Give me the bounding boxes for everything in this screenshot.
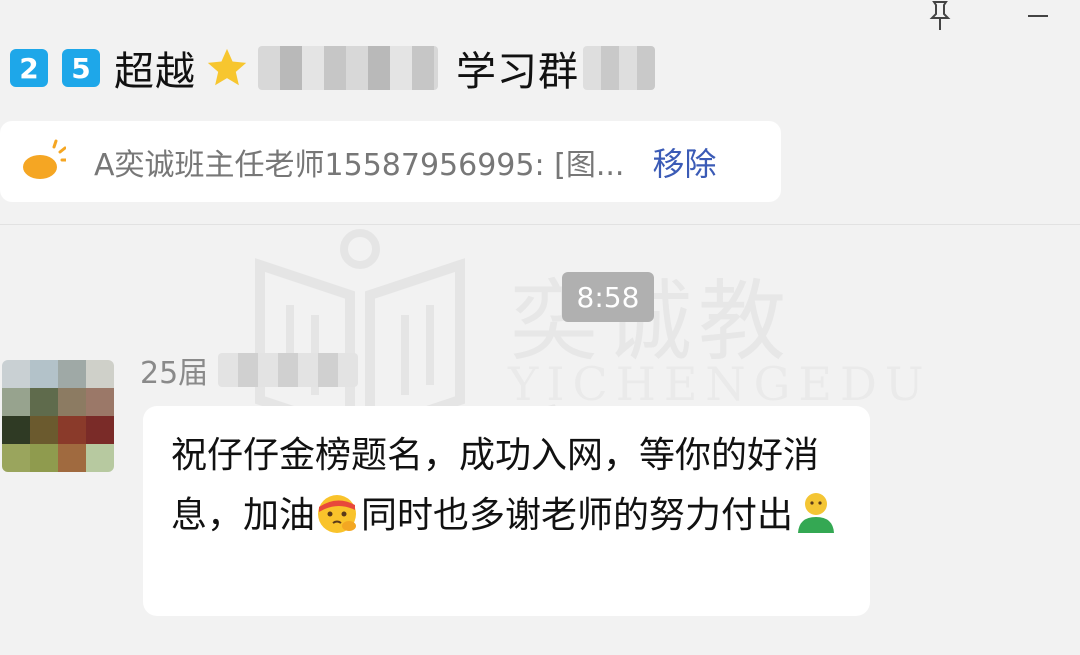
star-icon xyxy=(204,45,250,91)
title-text-end: 学习群 xyxy=(456,49,579,95)
remove-button[interactable]: 移除 xyxy=(652,139,716,185)
blurred-name xyxy=(258,46,438,90)
badge-digit: 5 xyxy=(62,49,100,87)
blurred-name xyxy=(583,46,655,90)
blurred-name xyxy=(218,353,359,387)
announcement-text: A奕诚班主任老师15587956995: [图... xyxy=(94,147,625,183)
message-bubble[interactable]: 祝仔仔金榜题名，成功入网，等你的好消息，加油 同时也多谢老师的努力付出 xyxy=(143,406,870,616)
message-text-part: 同时也多谢老师的努力付出 xyxy=(361,495,794,536)
salute-face-emoji-icon xyxy=(315,489,361,535)
person-emoji-icon xyxy=(793,489,839,535)
pin-icon[interactable] xyxy=(920,0,960,32)
minimize-icon[interactable] xyxy=(1020,0,1060,32)
announcement-bar[interactable]: A奕诚班主任老师15587956995: [图... 移除 xyxy=(0,121,781,202)
badge-digit: 2 xyxy=(10,49,48,87)
watermark: 奕诚教育 YICHENGEDU xyxy=(250,225,924,500)
chat-title: 2 5 超越 学习群 xyxy=(10,38,655,98)
title-text-start: 超越 xyxy=(114,49,196,95)
sender-name: 25届 xyxy=(140,348,359,392)
message-text: 祝仔仔金榜题名，成功入网，等你的好消息，加油 同时也多谢老师的努力付出 xyxy=(171,426,861,546)
watermark-en: YICHENGEDU xyxy=(508,357,932,411)
window-controls xyxy=(920,0,1080,40)
message-time: 8:58 xyxy=(562,272,654,322)
sender-name-text: 25届 xyxy=(140,356,209,391)
avatar[interactable] xyxy=(2,360,114,472)
watermark-logo-icon xyxy=(255,229,465,437)
sun-icon xyxy=(20,139,68,185)
